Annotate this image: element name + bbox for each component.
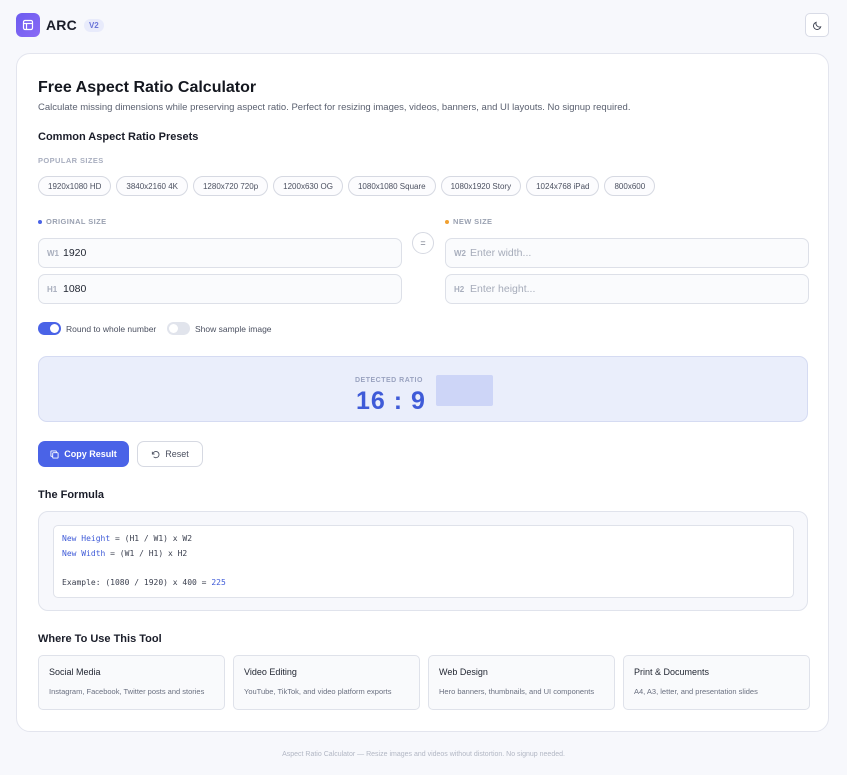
ratio-preview-shape [436,375,493,406]
ratio-result-panel: DETECTED RATIO 16 : 9 [38,356,808,422]
use-card-social-media: Social Media Instagram, Facebook, Twitte… [38,655,225,710]
round-toggle[interactable] [38,322,61,335]
equals-badge: = [412,232,434,254]
preset-chip[interactable]: 1024x768 iPad [526,176,600,196]
theme-toggle-button[interactable] [805,13,829,37]
preset-chip[interactable]: 1200x630 OG [273,176,343,196]
reset-button[interactable]: Reset [137,441,203,467]
original-dot [38,220,42,225]
h2-label: H2 [454,284,465,294]
sample-image-toggle[interactable] [167,322,190,335]
new-dot [445,220,449,225]
detected-ratio-value: 16 : 9 [356,387,426,415]
round-toggle-row: Round to whole number [38,322,156,335]
formula-var: New Height [62,534,111,543]
detected-ratio-label: DETECTED RATIO [355,377,423,384]
sample-toggle-label: Show sample image [195,323,272,334]
height1-field: H1 [38,274,402,304]
moon-icon [812,21,821,30]
sample-toggle-row: Show sample image [167,322,272,335]
preset-chip[interactable]: 1920x1080 HD [38,176,112,196]
use-card-print-documents: Print & Documents A4, A3, letter, and pr… [623,655,810,710]
width2-field: W2 [445,238,809,268]
preset-chip[interactable]: 1280x720 720p [192,176,269,196]
popular-sizes-label: POPULAR SIZES [38,156,104,165]
uses-heading: Where To Use This Tool [38,633,162,645]
top-bar: ARC V2 [0,0,847,50]
calculator-card: Free Aspect Ratio Calculator Calculate m… [16,53,829,732]
width1-field: W1 [38,238,402,268]
presets-heading: Common Aspect Ratio Presets [38,131,199,143]
height2-field: H2 [445,274,809,304]
formula-example: Example: (1080 / 1920) x 400 = [62,577,212,587]
copy-result-button[interactable]: Copy Result [38,441,129,467]
formula-var: New Width [62,548,106,558]
formula-example-result: 225 [211,577,226,587]
preset-chip[interactable]: 3840x2160 4K [116,176,188,196]
rotate-ccw-icon [152,450,160,458]
formula-heading: The Formula [38,489,105,501]
width1-input[interactable] [63,247,363,259]
copy-icon [50,449,59,459]
preset-chip[interactable]: 1080x1080 Square [347,176,436,196]
height1-input[interactable] [63,283,363,295]
use-card-video-editing: Video Editing YouTube, TikTok, and video… [233,655,420,710]
layout-icon [16,13,40,37]
formula-panel: New Height = (H1 / W1) x W2 New Width = … [38,511,808,611]
page-title: Free Aspect Ratio Calculator [38,79,257,96]
new-size-label: NEW SIZE [445,217,492,226]
h1-label: H1 [47,284,58,294]
formula-code: New Height = (H1 / W1) x W2 New Width = … [53,525,794,598]
preset-chips: 1920x1080 HD 3840x2160 4K 1280x720 720p … [38,176,656,196]
width2-input[interactable] [470,247,770,259]
original-size-label: ORIGINAL SIZE [38,217,106,226]
preset-chip[interactable]: 800x600 [604,176,656,196]
version-badge: V2 [83,18,104,32]
preset-chip[interactable]: 1080x1920 Story [440,176,522,196]
footer-text: Aspect Ratio Calculator — Resize images … [282,751,565,758]
use-card-web-design: Web Design Hero banners, thumbnails, and… [428,655,615,710]
page-subtitle: Calculate missing dimensions while prese… [38,102,631,113]
w2-label: W2 [454,248,466,258]
app-name: ARC [46,17,77,33]
use-cases: Social Media Instagram, Facebook, Twitte… [38,655,810,710]
height2-input[interactable] [470,283,770,295]
w1-label: W1 [47,248,59,258]
round-toggle-label: Round to whole number [66,323,157,334]
